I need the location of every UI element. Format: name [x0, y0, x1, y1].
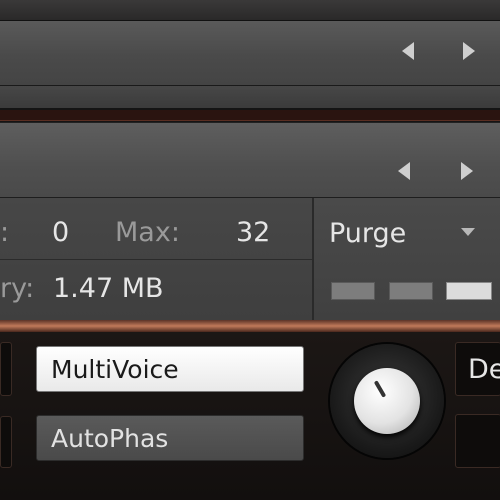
- instrument-header-bar: [0, 122, 500, 199]
- right-slot-bottom: [455, 414, 500, 468]
- info-divider: [0, 259, 312, 260]
- voices-max-value[interactable]: 32: [236, 217, 270, 249]
- voices-current-value: 0: [52, 217, 70, 248]
- triangle-right-icon[interactable]: [463, 42, 475, 60]
- left-slot-top: [0, 342, 12, 396]
- instrument-next-icon[interactable]: [461, 162, 473, 180]
- autophase-button[interactable]: AutoPhas: [36, 415, 304, 461]
- memory-value: 1.47 MB: [53, 273, 164, 304]
- memory-label: ry:: [0, 273, 35, 304]
- purge-menu-label[interactable]: Purge: [329, 218, 406, 250]
- purge-meter-segment: [446, 282, 492, 300]
- header-bar: [0, 21, 500, 86]
- voices-max-label: Max:: [115, 217, 180, 248]
- caret-down-icon[interactable]: [461, 228, 475, 236]
- left-slot-bottom: [0, 416, 12, 468]
- purge-meter-segment: [331, 282, 375, 300]
- top-strip: [0, 0, 500, 21]
- multivoice-button[interactable]: MultiVoice: [36, 346, 304, 392]
- rotary-knob-icon[interactable]: [354, 368, 420, 434]
- instrument-prev-icon[interactable]: [398, 162, 410, 180]
- triangle-left-icon[interactable]: [402, 42, 414, 60]
- header-subbar: [0, 86, 500, 110]
- header-separator: [0, 110, 500, 121]
- purge-meter-segment: [389, 282, 433, 300]
- purge-section: [314, 198, 500, 320]
- panel-border: [0, 320, 500, 332]
- voices-label: :: [0, 217, 10, 248]
- cutoff-label: De: [468, 354, 500, 385]
